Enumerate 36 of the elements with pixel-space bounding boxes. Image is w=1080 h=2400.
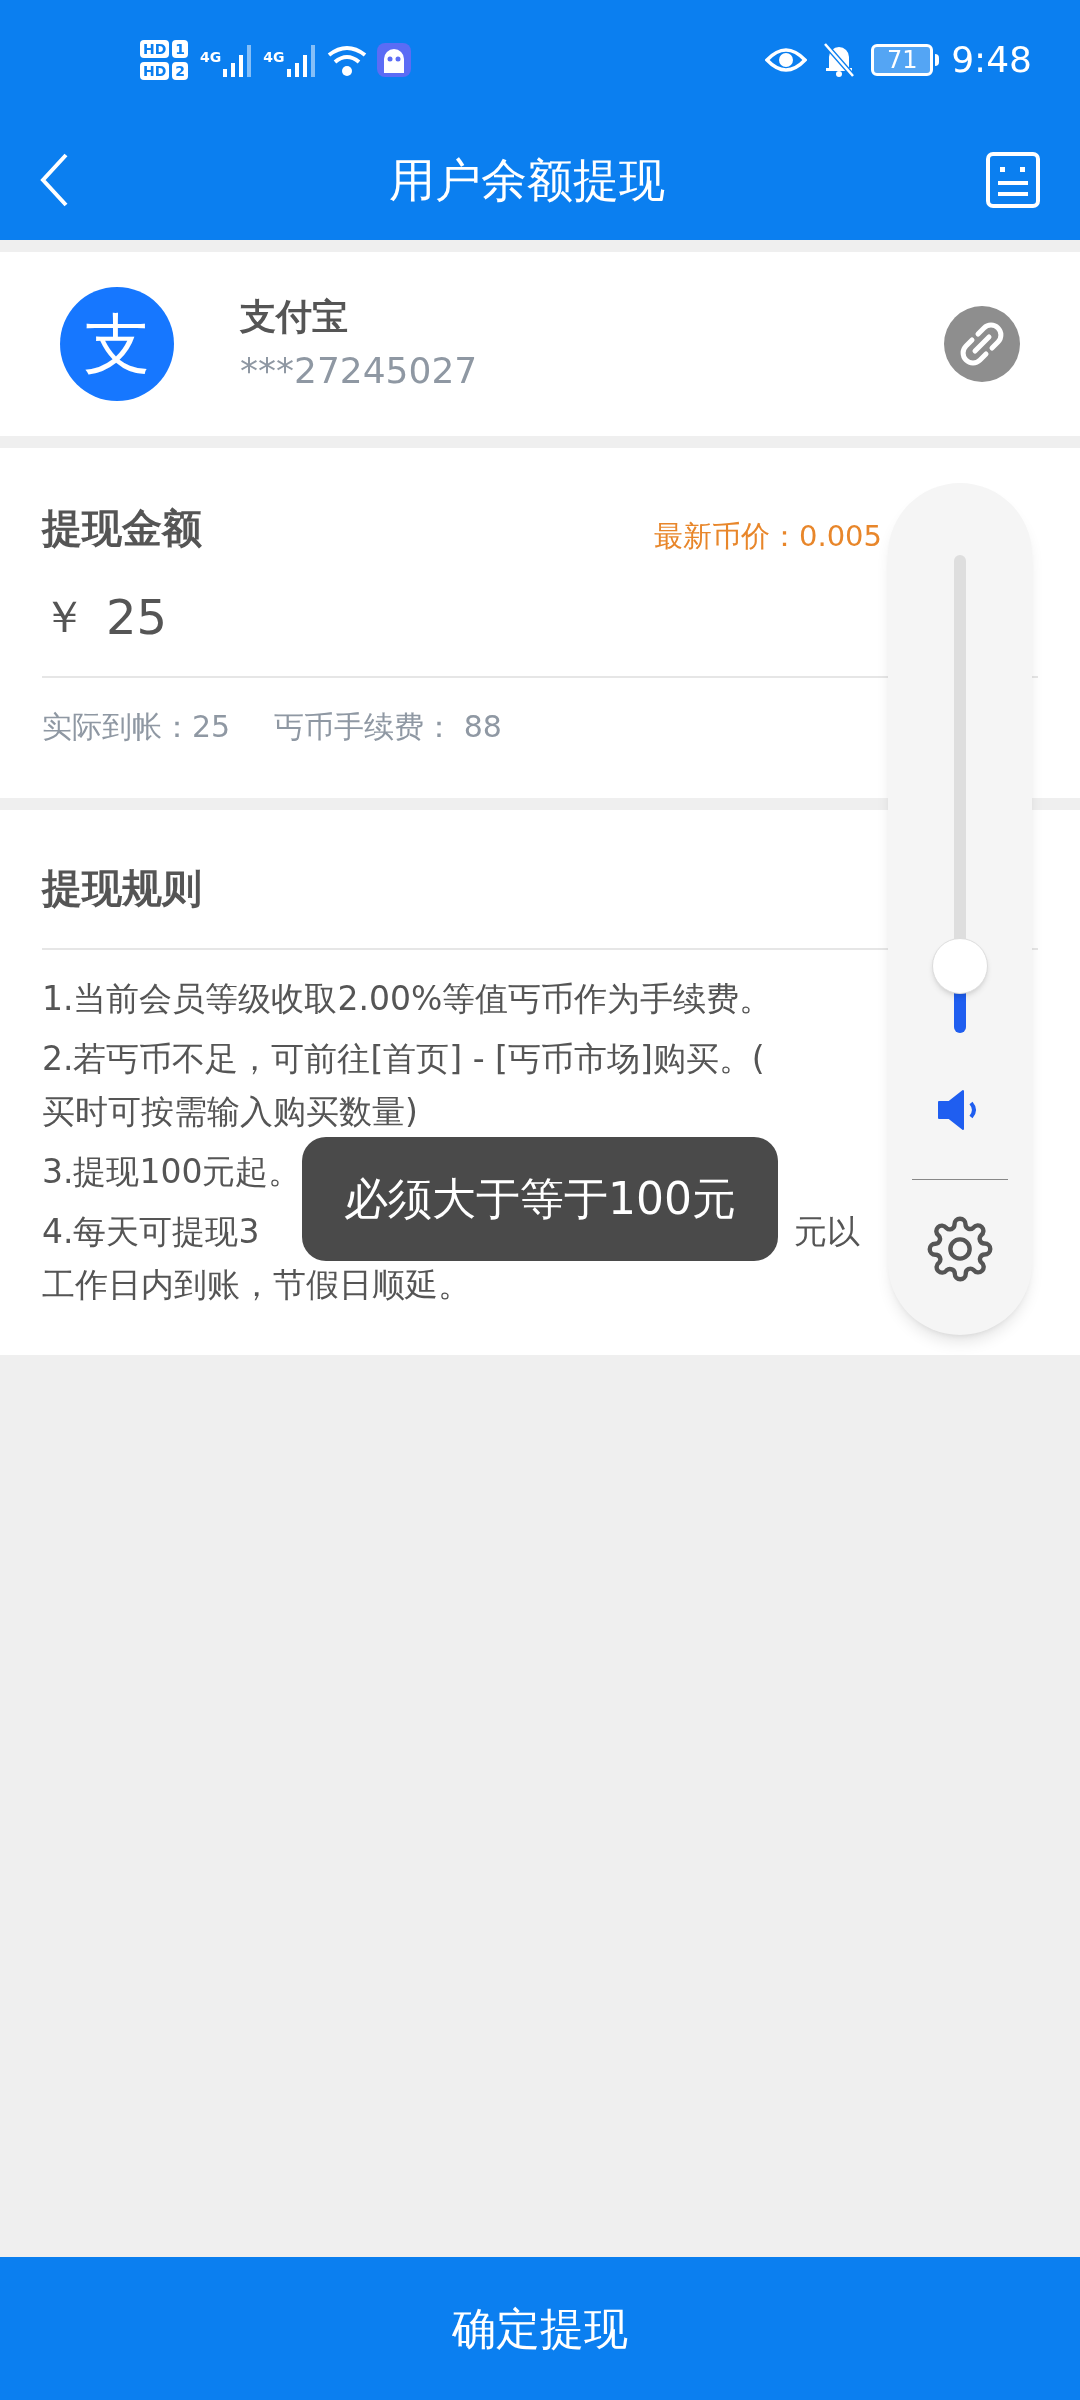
signal-icon (286, 43, 317, 77)
sim-slot-badge: 2 (172, 62, 189, 80)
rule-text: 元以 (794, 1211, 860, 1253)
page-title: 用户余额提现 (389, 151, 665, 209)
hd-badge: HD (140, 62, 170, 80)
list-icon[interactable] (986, 152, 1040, 208)
account-name: 支付宝 (240, 295, 349, 339)
rule-text: 3.提现100元起。 (42, 1151, 302, 1193)
sim-slot-badge: 1 (172, 40, 189, 58)
alipay-logo: 支 (60, 287, 174, 401)
rule-text: 工作日内到账，节假日顺延。 (42, 1264, 471, 1306)
back-icon[interactable] (40, 153, 68, 207)
fee-text: 丐币手续费： 88 (274, 708, 502, 746)
wifi-icon (326, 43, 367, 77)
settings-icon[interactable] (927, 1216, 993, 1282)
network-type-label: 4G (263, 48, 285, 67)
amount-field[interactable]: ￥ 25 (42, 581, 168, 653)
volume-thumb[interactable] (932, 938, 988, 995)
muted-bell-icon (823, 42, 856, 78)
hd-badge: HD (140, 40, 170, 58)
account-number: ***27245027 (240, 349, 479, 393)
confirm-withdraw-button[interactable]: 确定提现 (0, 2257, 1080, 2400)
ghost-app-icon (376, 43, 411, 77)
coin-price-text: 最新币价：0.005 (653, 517, 882, 555)
signal-icon (223, 43, 254, 77)
link-icon[interactable] (944, 306, 1020, 382)
eye-icon (765, 46, 808, 74)
rule-text: 买时可按需输入购买数量) (42, 1091, 418, 1133)
error-toast: 必须大于等于100元 (302, 1137, 778, 1261)
section-title: 提现金额 (42, 504, 202, 553)
network-type-label: 4G (200, 48, 222, 67)
rule-text: 1.当前会员等级收取2.00%等值丐币作为手续费。 (42, 978, 773, 1020)
received-amount-text: 实际到帐：25 (42, 708, 231, 746)
rule-text: 2.若丐币不足，可前往[首页] - [丐币市场]购买。( (42, 1038, 765, 1080)
rule-text: 4.每天可提现3 (42, 1211, 260, 1253)
status-time: 9:48 (951, 38, 1032, 82)
